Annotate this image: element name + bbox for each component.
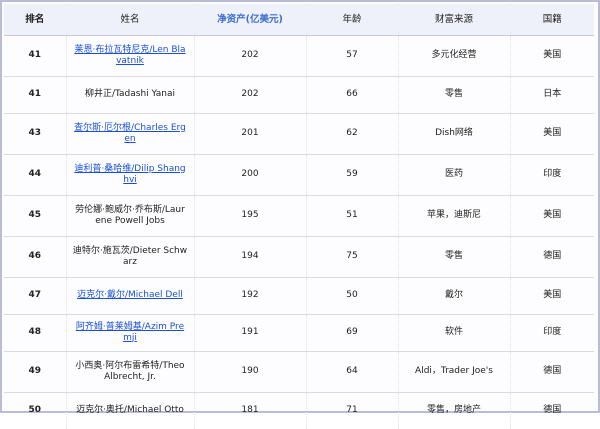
rank-cell: 48 <box>4 314 67 352</box>
net-worth-cell: 181 <box>194 392 307 429</box>
table-row: 45 劳伦娜·鲍威尔·乔布斯/Laurene Powell Jobs 195 51 苹果… <box>4 195 594 237</box>
rich-list-table: 排名 姓名 净资产(亿美元) 年龄 财富来源 国籍 41 莱恩·布拉瓦特尼克/Le… <box>4 4 594 429</box>
source-cell: 零售 <box>398 76 511 114</box>
name-cell: 小西奥·阿尔布雷希特/Theo Albrecht, Jr. <box>66 351 195 393</box>
table-row: 41 柳井正/Tadashi Yanai 202 66 零售 日本 <box>4 76 594 114</box>
table-row: 50 迈克尔·奥托/Michael Otto 181 71 零售，房地产 德国 <box>4 392 594 429</box>
name-cell: 迈克尔·奥托/Michael Otto <box>66 392 195 429</box>
header-country: 国籍 <box>510 4 594 36</box>
net-worth-cell: 202 <box>194 35 307 77</box>
header-row: 排名 姓名 净资产(亿美元) 年龄 财富来源 国籍 <box>4 4 594 36</box>
person-link[interactable]: 迈克尔·戴尔/Michael Dell <box>77 290 183 300</box>
age-cell: 64 <box>306 351 399 393</box>
person-name: 迪特尔·施瓦茨/Dieter Schwarz <box>72 245 188 267</box>
person-link[interactable]: 莱恩·布拉瓦特尼克/Len Blavatnik <box>74 45 185 66</box>
table-row: 48 阿齐姆·普莱姆基/Azim Premji 191 69 软件 印度 <box>4 314 594 352</box>
person-link[interactable]: 查尔斯·厄尔根/Charles Ergen <box>74 123 186 144</box>
name-cell: 莱恩·布拉瓦特尼克/Len Blavatnik <box>66 35 195 77</box>
table-row: 47 迈克尔·戴尔/Michael Dell 192 50 戴尔 美国 <box>4 277 594 315</box>
country-cell: 日本 <box>510 76 594 114</box>
rank-cell: 49 <box>4 351 67 393</box>
net-worth-cell: 201 <box>194 113 307 155</box>
country-cell: 美国 <box>510 113 594 155</box>
name-cell: 迪特尔·施瓦茨/Dieter Schwarz <box>66 236 195 278</box>
source-cell: 零售，房地产 <box>398 392 511 429</box>
rank-cell: 50 <box>4 392 67 429</box>
net-worth-cell: 191 <box>194 314 307 352</box>
table-row: 46 迪特尔·施瓦茨/Dieter Schwarz 194 75 零售 德国 <box>4 236 594 278</box>
age-cell: 59 <box>306 154 399 196</box>
name-cell: 迈克尔·戴尔/Michael Dell <box>66 277 195 315</box>
net-worth-cell: 194 <box>194 236 307 278</box>
net-worth-cell: 202 <box>194 76 307 114</box>
age-cell: 57 <box>306 35 399 77</box>
table-row: 44 迪利普·桑哈维/Dilip Shanghvi 200 59 医药 印度 <box>4 154 594 196</box>
name-cell: 柳井正/Tadashi Yanai <box>66 76 195 114</box>
name-cell: 阿齐姆·普莱姆基/Azim Premji <box>66 314 195 352</box>
person-link[interactable]: 阿齐姆·普莱姆基/Azim Premji <box>76 322 184 343</box>
header-age: 年龄 <box>306 4 399 36</box>
country-cell: 美国 <box>510 277 594 315</box>
age-cell: 62 <box>306 113 399 155</box>
name-cell: 劳伦娜·鲍威尔·乔布斯/Laurene Powell Jobs <box>66 195 195 237</box>
person-name: 柳井正/Tadashi Yanai <box>84 89 176 99</box>
source-cell: Dish网络 <box>398 113 511 155</box>
header-source: 财富来源 <box>398 4 511 36</box>
person-name: 迈克尔·奥托/Michael Otto <box>76 405 184 416</box>
source-cell: 零售 <box>398 236 511 278</box>
name-cell: 查尔斯·厄尔根/Charles Ergen <box>66 113 195 155</box>
age-cell: 69 <box>306 314 399 352</box>
net-worth-cell: 192 <box>194 277 307 315</box>
person-link[interactable]: 迪利普·桑哈维/Dilip Shanghvi <box>74 164 185 185</box>
source-cell: 多元化经营 <box>398 35 511 77</box>
table-row: 43 查尔斯·厄尔根/Charles Ergen 201 62 Dish网络 美国 <box>4 113 594 155</box>
name-cell: 迪利普·桑哈维/Dilip Shanghvi <box>66 154 195 196</box>
age-cell: 51 <box>306 195 399 237</box>
country-cell: 印度 <box>510 154 594 196</box>
country-cell: 德国 <box>510 236 594 278</box>
age-cell: 50 <box>306 277 399 315</box>
net-worth-cell: 200 <box>194 154 307 196</box>
net-worth-cell: 195 <box>194 195 307 237</box>
country-cell: 印度 <box>510 314 594 352</box>
rank-cell: 41 <box>4 35 67 77</box>
rank-cell: 41 <box>4 76 67 114</box>
table-row: 41 莱恩·布拉瓦特尼克/Len Blavatnik 202 57 多元化经营 美国 <box>4 35 594 77</box>
person-name: 小西奥·阿尔布雷希特/Theo Albrecht, Jr. <box>75 360 185 382</box>
source-cell: Aldi，Trader Joe's <box>398 351 511 393</box>
country-cell: 美国 <box>510 195 594 237</box>
rank-cell: 45 <box>4 195 67 237</box>
country-cell: 德国 <box>543 405 562 416</box>
source-cell: 医药 <box>398 154 511 196</box>
header-name: 姓名 <box>66 4 195 36</box>
country-cell: 德国 <box>510 351 594 393</box>
source-cell: 苹果，迪斯尼 <box>398 195 511 237</box>
rank-cell: 44 <box>4 154 67 196</box>
age-cell: 71 <box>306 392 399 429</box>
country-cell: 美国 <box>510 35 594 77</box>
rank-cell: 43 <box>4 113 67 155</box>
source-cell: 软件 <box>398 314 511 352</box>
person-name: 劳伦娜·鲍威尔·乔布斯/Laurene Powell Jobs <box>75 204 185 226</box>
age-cell: 75 <box>306 236 399 278</box>
rank-cell: 47 <box>4 277 67 315</box>
header-net-worth: 净资产(亿美元) <box>194 4 307 36</box>
age-cell: 66 <box>306 76 399 114</box>
table-row: 49 小西奥·阿尔布雷希特/Theo Albrecht, Jr. 190 64 Aldi… <box>4 351 594 393</box>
net-worth-cell: 190 <box>194 351 307 393</box>
source-cell: 戴尔 <box>398 277 511 315</box>
header-rank: 排名 <box>4 4 67 36</box>
rank-cell: 46 <box>4 236 67 278</box>
